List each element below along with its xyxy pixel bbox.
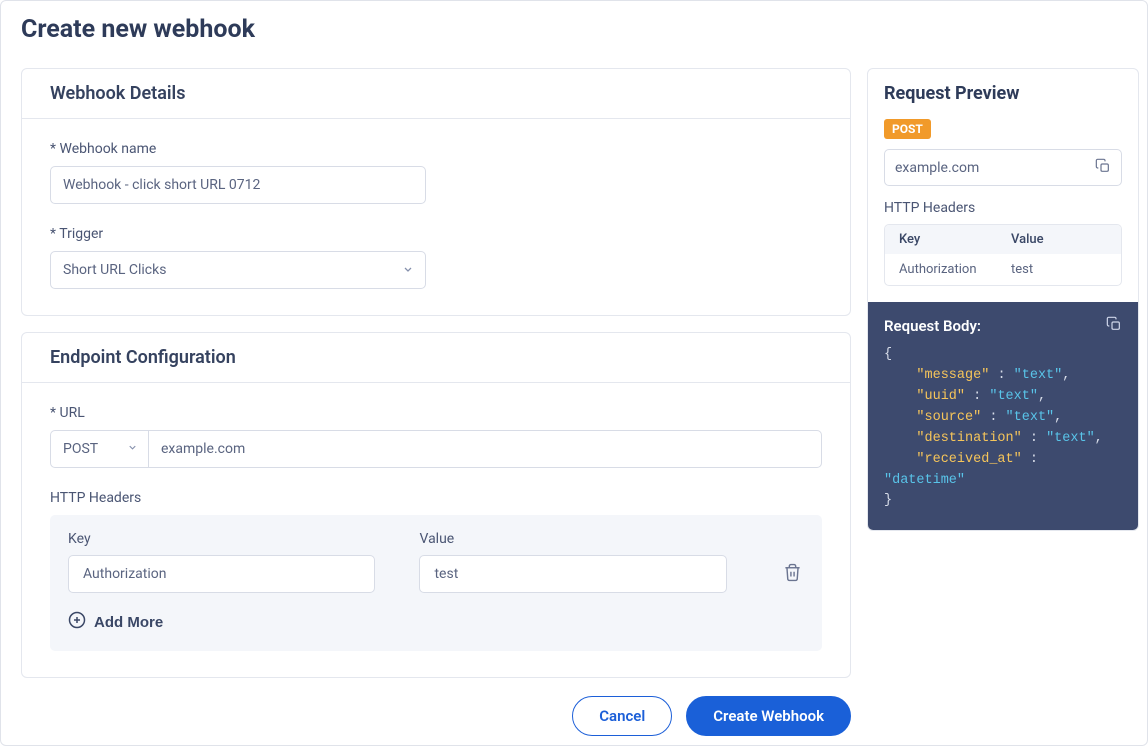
request-body-code: { "message" : "text", "uuid" : "text", "…	[884, 345, 1122, 512]
trigger-select-value: Short URL Clicks	[63, 262, 166, 278]
url-input[interactable]	[148, 430, 822, 468]
preview-table-head-value: Value	[1011, 232, 1107, 247]
header-row: Key Value	[68, 531, 804, 593]
cancel-button[interactable]: Cancel	[572, 696, 672, 736]
webhook-details-heading: Webhook Details	[50, 83, 822, 104]
http-headers-block: Key Value	[50, 515, 822, 651]
trigger-label: * Trigger	[50, 226, 822, 242]
trash-icon	[783, 563, 802, 585]
header-value-input[interactable]	[419, 555, 726, 593]
webhook-name-input[interactable]	[50, 166, 426, 204]
method-badge: POST	[884, 119, 931, 139]
chevron-down-icon	[127, 441, 138, 457]
header-value-label: Value	[419, 531, 726, 547]
copy-body-button[interactable]	[1106, 316, 1122, 335]
plus-circle-icon	[68, 611, 86, 633]
delete-header-button[interactable]	[781, 555, 804, 593]
method-select[interactable]: POST	[50, 430, 148, 468]
preview-headers-table: Key Value Authorization test	[884, 224, 1122, 286]
method-select-value: POST	[63, 441, 98, 457]
endpoint-config-card: Endpoint Configuration * URL POST	[21, 332, 851, 678]
preview-url-text: example.com	[895, 160, 979, 176]
copy-icon	[1095, 162, 1111, 177]
header-key-label: Key	[68, 531, 375, 547]
request-preview-panel: Request Preview POST example.com	[867, 68, 1139, 531]
endpoint-heading: Endpoint Configuration	[50, 347, 822, 368]
webhook-name-label: * Webhook name	[50, 141, 822, 157]
preview-header-value: test	[1011, 262, 1107, 277]
preview-headers-label: HTTP Headers	[884, 200, 1122, 216]
form-actions: Cancel Create Webhook	[21, 696, 851, 736]
create-webhook-button[interactable]: Create Webhook	[686, 696, 851, 736]
webhook-details-card: Webhook Details * Webhook name * Trigger…	[21, 68, 851, 316]
header-key-input[interactable]	[68, 555, 375, 593]
add-more-label: Add More	[94, 614, 163, 631]
request-body-title: Request Body:	[884, 317, 981, 335]
preview-header-key: Authorization	[899, 262, 1011, 277]
add-more-button[interactable]: Add More	[68, 611, 163, 633]
copy-icon	[1106, 320, 1122, 335]
copy-url-button[interactable]	[1095, 158, 1111, 177]
preview-table-head-key: Key	[899, 232, 1011, 247]
trigger-select[interactable]: Short URL Clicks	[50, 251, 426, 289]
page-title: Create new webhook	[21, 15, 1127, 44]
preview-url-box: example.com	[884, 149, 1122, 186]
request-body-section: Request Body: { "message" : "text", "uui…	[868, 302, 1138, 530]
preview-header-row: Authorization test	[885, 254, 1121, 285]
preview-title: Request Preview	[884, 83, 1122, 104]
url-label: * URL	[50, 405, 822, 421]
http-headers-label: HTTP Headers	[50, 490, 822, 506]
